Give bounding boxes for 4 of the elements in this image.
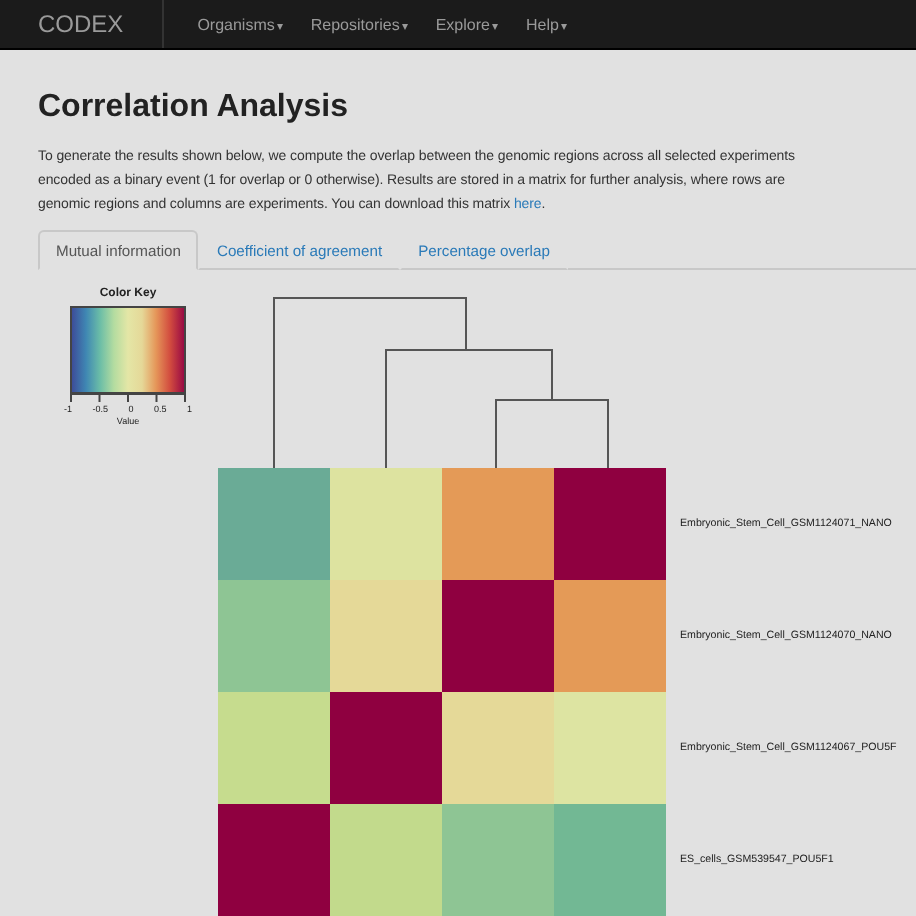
color-key-gradient [70, 306, 186, 394]
page-title: Correlation Analysis [38, 90, 351, 126]
brand-logo[interactable]: CODEX [38, 10, 162, 38]
tick-marks-icon [70, 394, 186, 404]
